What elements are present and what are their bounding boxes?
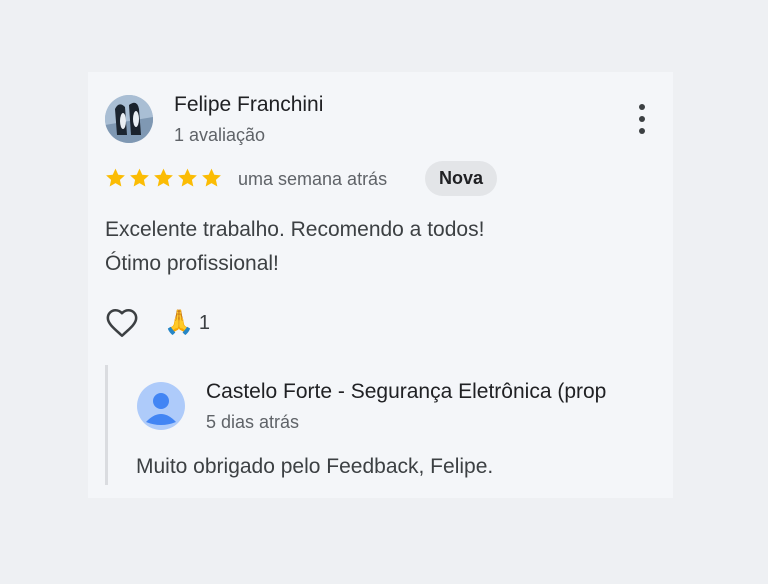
review-text-line: Ótimo profissional! bbox=[105, 252, 279, 275]
owner-reply-text: Muito obrigado pelo Feedback, Felipe. bbox=[136, 455, 494, 478]
new-badge: Nova bbox=[425, 161, 498, 196]
owner-name: Castelo Forte - Segurança Eletrônica (pr… bbox=[206, 380, 607, 403]
reviewer-name[interactable]: Felipe Franchini bbox=[174, 93, 323, 117]
review-time: uma semana atrás bbox=[238, 169, 388, 189]
reaction-count: 1 bbox=[198, 311, 211, 334]
more-options-button[interactable] bbox=[628, 102, 656, 136]
owner-reply: Castelo Forte - Segurança Eletrônica (pr… bbox=[105, 365, 673, 485]
star-rating bbox=[104, 166, 223, 192]
review-text-line: Excelente trabalho. Recomendo a todos! bbox=[105, 218, 485, 241]
star-icon bbox=[106, 168, 125, 187]
star-icon bbox=[178, 168, 197, 187]
star-icon bbox=[154, 168, 173, 187]
star-icon bbox=[130, 168, 149, 187]
review-text: Excelente trabalho. Recomendo a todos! Ó… bbox=[105, 213, 645, 281]
more-vertical-icon bbox=[639, 104, 645, 110]
owner-reply-time: 5 dias atrás bbox=[206, 412, 300, 432]
pray-emoji-icon: 🙏 bbox=[164, 309, 194, 336]
reaction-chip[interactable]: 🙏 1 bbox=[164, 308, 210, 338]
reviewer-avatar[interactable] bbox=[105, 95, 153, 143]
reviewer-review-count: 1 avaliação bbox=[174, 125, 266, 145]
like-button[interactable] bbox=[104, 306, 140, 340]
star-icon bbox=[202, 168, 221, 187]
review-card: Felipe Franchini 1 avaliação uma semana … bbox=[88, 72, 673, 498]
person-avatar-icon bbox=[146, 393, 176, 425]
owner-avatar bbox=[137, 382, 185, 430]
heart-outline-icon bbox=[106, 308, 138, 338]
